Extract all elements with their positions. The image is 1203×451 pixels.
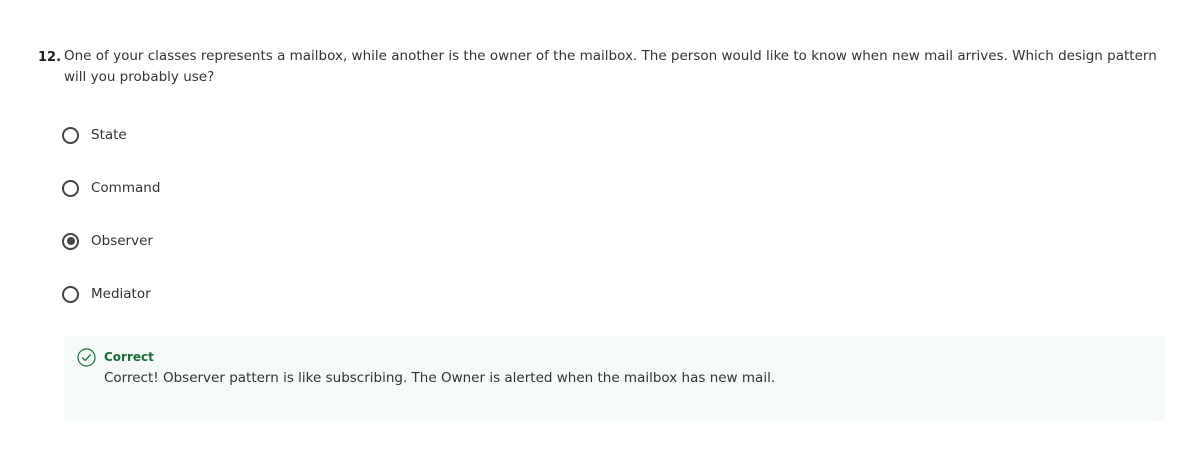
radio-button[interactable] (62, 179, 79, 197)
option-mediator[interactable]: Mediator (62, 281, 160, 307)
check-circle-icon (77, 348, 96, 367)
answer-options: State Command Observer Mediator (62, 122, 160, 334)
feedback-status: Correct (104, 350, 154, 364)
option-state[interactable]: State (62, 122, 160, 148)
option-label: Observer (91, 233, 153, 249)
feedback-panel: Correct Correct! Observer pattern is lik… (64, 336, 1165, 421)
option-observer[interactable]: Observer (62, 228, 160, 254)
question-number: 12. (38, 50, 62, 65)
question-text: One of your classes represents a mailbox… (64, 48, 1157, 85)
option-label: Mediator (91, 286, 151, 302)
option-label: Command (91, 180, 161, 196)
question-block: 12. One of your classes represents a mai… (38, 46, 1168, 88)
option-command[interactable]: Command (62, 175, 160, 201)
radio-button[interactable] (62, 285, 79, 303)
option-label: State (91, 127, 127, 143)
feedback-message: Correct! Observer pattern is like subscr… (104, 370, 776, 386)
radio-button-selected[interactable] (62, 232, 79, 250)
radio-button[interactable] (62, 126, 79, 144)
